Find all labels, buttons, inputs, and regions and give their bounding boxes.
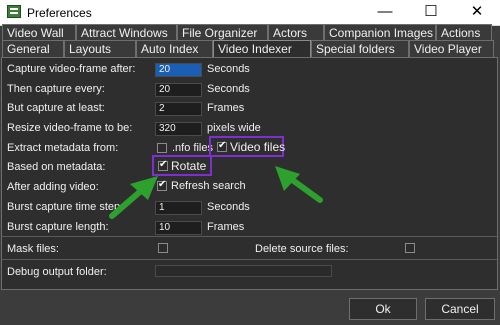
separator-2 (1, 259, 497, 260)
capture-after-label: Capture video-frame after: (7, 63, 136, 75)
mask-files-checkbox[interactable] (158, 243, 168, 253)
title-bar: Preferences — ☐ ✕ (0, 0, 500, 26)
tab-auto-index[interactable]: Auto Index (136, 40, 213, 57)
delete-source-label: Delete source files: (255, 243, 349, 255)
then-capture-input[interactable]: 20 (155, 83, 202, 97)
after-adding-label: After adding video: (7, 181, 99, 193)
tab-companion-images[interactable]: Companion Images (324, 24, 436, 41)
burst-length-unit: Frames (207, 221, 245, 233)
resize-unit: pixels wide (207, 122, 261, 134)
burst-time-unit: Seconds (207, 201, 250, 213)
refresh-search-checkbox[interactable] (157, 179, 167, 191)
capture-after-unit: Seconds (207, 63, 250, 75)
nfo-files-label: .nfo files (172, 142, 213, 154)
tab-video-wall[interactable]: Video Wall (2, 24, 76, 41)
capture-least-label: But capture at least: (7, 102, 105, 114)
delete-source-checkbox[interactable] (405, 243, 415, 253)
video-files-checkbox[interactable] (217, 140, 227, 152)
rotate-checkbox[interactable] (158, 159, 168, 171)
ok-button[interactable]: Ok (349, 298, 417, 320)
then-capture-unit: Seconds (207, 83, 250, 95)
video-files-label: Video files (230, 140, 286, 154)
burst-time-input[interactable]: 1 (155, 201, 202, 215)
resize-input[interactable]: 320 (155, 122, 202, 136)
refresh-search-label: Refresh search (171, 180, 246, 192)
tab-actors[interactable]: Actors (268, 24, 324, 41)
burst-length-input[interactable]: 10 (155, 221, 202, 235)
burst-length-label: Burst capture length: (7, 221, 109, 233)
tab-file-organizer[interactable]: File Organizer (177, 24, 268, 41)
window-title: Preferences (27, 6, 92, 20)
tab-video-player[interactable]: Video Player (409, 40, 494, 57)
based-on-label: Based on metadata: (7, 161, 106, 173)
tab-general[interactable]: General (2, 40, 64, 57)
tab-actions[interactable]: Actions (436, 24, 492, 41)
rotate-label: Rotate (171, 159, 207, 173)
tab-row-top: Video Wall Attract Windows File Organize… (0, 24, 500, 41)
cancel-button[interactable]: Cancel (425, 298, 495, 320)
debug-folder-label: Debug output folder: (7, 266, 107, 278)
dialog-footer: Ok Cancel (0, 290, 500, 325)
close-button[interactable]: ✕ (454, 0, 500, 25)
extract-label: Extract metadata from: (7, 142, 119, 154)
then-capture-label: Then capture every: (7, 83, 105, 95)
capture-least-unit: Frames (207, 102, 245, 114)
debug-folder-input[interactable] (155, 265, 332, 277)
mask-files-label: Mask files: (7, 243, 59, 255)
separator-1 (1, 236, 497, 237)
tab-row-bottom: General Layouts Auto Index Video Indexer… (0, 40, 500, 59)
tab-special-folders[interactable]: Special folders (311, 40, 409, 57)
capture-after-input[interactable]: 20 (155, 63, 202, 77)
resize-label: Resize video-frame to be: (7, 122, 133, 134)
capture-least-input[interactable]: 2 (155, 102, 202, 116)
burst-time-label: Burst capture time step: (7, 201, 124, 213)
nfo-files-checkbox[interactable] (157, 143, 167, 153)
tab-attract-windows[interactable]: Attract Windows (76, 24, 177, 41)
maximize-button[interactable]: ☐ (408, 0, 454, 25)
app-icon (7, 5, 21, 18)
tab-layouts[interactable]: Layouts (64, 40, 136, 57)
minimize-button[interactable]: — (362, 0, 408, 25)
